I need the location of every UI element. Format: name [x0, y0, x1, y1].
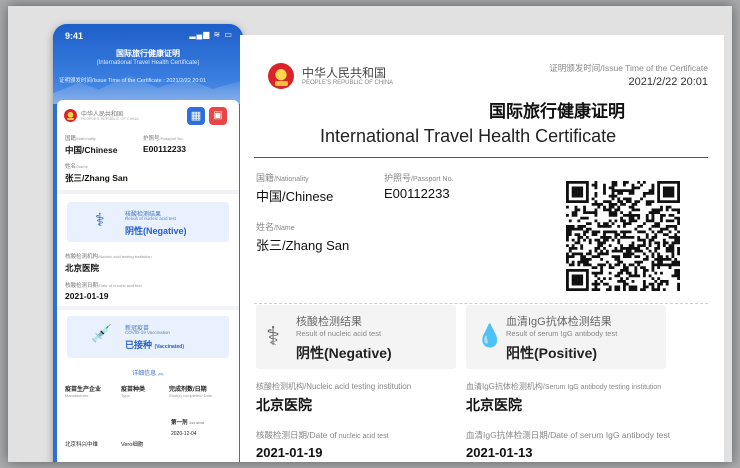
phone-institution-label: 核酸检测机构/Nucleic acid testing institution: [65, 254, 152, 260]
phone-issue-time: 证明颁发时间/Issue Time of the Certificate : 2…: [59, 78, 207, 84]
igg-date-value: 2021-01-13: [466, 445, 533, 460]
national-emblem-icon: [64, 109, 77, 122]
title-cn: 国际旅行健康证明: [489, 102, 625, 121]
country-name-cn: 中华人民共和国: [302, 66, 387, 80]
status-icons: ▂▄▆ ≋ ▭: [189, 30, 233, 39]
passport-value: E00112233: [384, 186, 450, 201]
dna-icon: ⚕: [95, 210, 105, 230]
nucleic-date-label: 核酸检测日期/Date of nucleic acid test: [256, 430, 389, 440]
igg-institution-label: 血清IgG抗体检测机构/Serum IgG antibody testing i…: [466, 382, 662, 391]
phone-name-label: 姓名/Name: [65, 164, 88, 170]
phone-subtitle: (International Travel Health Certificate…: [96, 60, 200, 66]
passport-label: 护照号/Passport No.: [384, 173, 454, 183]
table-type-value: Vero细胞: [121, 442, 144, 448]
title-divider: [254, 157, 708, 158]
phone-title: 国际旅行健康证明: [116, 49, 180, 58]
igg-result-value: 阳性(Positive): [506, 345, 598, 361]
phone-nationality-value: 中国/Chinese: [65, 145, 118, 155]
table-manufacturer-value: 北京科兴中维: [65, 442, 99, 448]
phone-vaccine-box: 💉 新冠疫苗 COVID-19 Vaccination 已接种 (Vaccina…: [67, 316, 229, 358]
nationality-label: 国籍/Nationality: [256, 173, 309, 183]
nucleic-result-value: 阴性(Negative): [296, 345, 392, 361]
certificate-document: 中华人民共和国 PEOPLE'S REPUBLIC OF CHINA 证明颁发时…: [240, 35, 724, 462]
phone-institution-value: 北京医院: [65, 263, 100, 273]
phone-certificate-card: 中华人民共和国 PEOPLE'S REPUBLIC OF CHINA ▦ ▣ 国…: [57, 100, 239, 462]
syringe-icon: 💉: [91, 324, 113, 343]
phone-nucleic-subtitle: Result of nucleic acid test: [125, 216, 177, 221]
detail-info-link[interactable]: 详细信息 ︽: [57, 368, 239, 377]
section-divider: [254, 303, 708, 304]
name-label: 姓名/Name: [256, 222, 295, 232]
photo-button[interactable]: ▣: [209, 107, 227, 125]
phone-nucleic-result-box: ⚕ 核酸检测结果 Result of nucleic acid test 阴性(…: [67, 202, 229, 242]
phone-screen: 9:41 ▂▄▆ ≋ ▭ 国际旅行健康证明 (International Tra…: [53, 24, 243, 462]
phone-vaccine-subtitle: COVID-19 Vaccination: [125, 330, 170, 335]
nucleic-result-box: ⚕ 核酸检测结果 Result of nucleic acid test 阴性(…: [256, 305, 456, 369]
country-name-en: PEOPLE'S REPUBLIC OF CHINA: [302, 80, 394, 86]
nationality-value: 中国/Chinese: [256, 189, 334, 204]
nucleic-institution-label: 核酸检测机构/Nucleic acid testing institution: [256, 382, 412, 391]
phone-nucleic-result: 阴性(Negative): [125, 226, 187, 236]
phone-vaccine-result: 已接种 (Vaccinated): [125, 340, 184, 350]
phone-passport-value: E00112233: [143, 144, 187, 154]
divider: [57, 306, 239, 310]
title-en: International Travel Health Certificate: [320, 126, 617, 146]
table-header-manufacturer: 疫苗生产企业 Manufacturer: [65, 387, 102, 398]
status-time: 9:41: [65, 31, 84, 41]
table-shot-date: 2020-12-04: [171, 431, 197, 437]
phone-country-en: PEOPLE'S REPUBLIC OF CHINA: [81, 117, 139, 121]
phone-header: 9:41 ▂▄▆ ≋ ▭ 国际旅行健康证明 (International Tra…: [53, 24, 243, 104]
nucleic-date-value: 2021-01-19: [256, 445, 323, 460]
igg-institution-value: 北京医院: [466, 397, 522, 413]
nucleic-result-subtitle: Result of nucleic acid test: [296, 329, 382, 338]
nucleic-result-title: 核酸检测结果: [296, 316, 362, 328]
igg-result-title: 血清IgG抗体检测结果: [506, 316, 612, 328]
table-shot-label: 第一剂 1st shot: [171, 420, 205, 426]
drop-icon: 💧: [476, 323, 504, 348]
divider: [57, 190, 239, 194]
igg-result-subtitle: Result of serum IgG antibody test: [506, 329, 618, 338]
screenshot-frame: 9:41 ▂▄▆ ≋ ▭ 国际旅行健康证明 (International Tra…: [8, 6, 732, 462]
phone-passport-label: 护照号/Passport No.: [143, 136, 184, 142]
phone-nationality-label: 国籍/Nationality: [65, 136, 96, 142]
qr-code-button[interactable]: ▦: [187, 107, 205, 125]
issue-time-label: 证明颁发时间/Issue Time of the Certificate: [549, 63, 708, 73]
igg-result-box: 💧 血清IgG抗体检测结果 Result of serum IgG antibo…: [466, 305, 666, 369]
table-header-shots: 完成剂数/日期 Shot(s) completed/ Date: [169, 387, 213, 398]
name-value: 张三/Zhang San: [256, 238, 350, 253]
mountain-banner: [53, 75, 243, 104]
phone-date-value: 2021-01-19: [65, 291, 109, 301]
table-header-type: 疫苗种类 Type: [121, 387, 146, 398]
national-emblem-icon: [268, 63, 294, 89]
qr-code[interactable]: [566, 181, 680, 291]
phone-name-value: 张三/Zhang San: [65, 173, 128, 183]
dna-icon: ⚕: [266, 321, 281, 351]
igg-date-label: 血清IgG抗体检测日期/Date of serum IgG antibody t…: [466, 430, 671, 440]
nucleic-institution-value: 北京医院: [256, 397, 312, 413]
phone-date-label: 核酸检测日期/Date of nucleic acid test: [65, 283, 142, 289]
issue-time-value: 2021/2/22 20:01: [628, 76, 708, 88]
